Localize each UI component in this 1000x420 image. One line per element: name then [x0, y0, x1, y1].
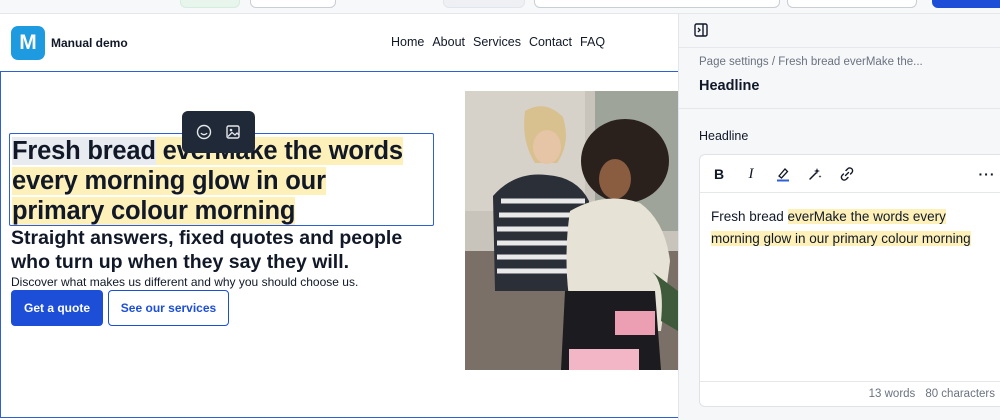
hero-subheadline: Straight answers, fixed quotes and peopl… — [11, 227, 403, 273]
highlight-icon[interactable] — [772, 164, 794, 184]
editor-content[interactable]: Fresh bread everMake the words every mor… — [711, 206, 991, 250]
editor-footer: 13 words 80 characters — [700, 381, 1000, 408]
top-toolbar-primary-button[interactable] — [932, 0, 1000, 8]
emoji-icon[interactable] — [196, 124, 212, 140]
word-count: 13 words — [868, 388, 916, 400]
see-services-button[interactable]: See our services — [108, 290, 229, 326]
bold-button[interactable]: B — [708, 164, 730, 184]
panel-divider — [679, 108, 1000, 109]
panel-collapse-icon[interactable] — [694, 23, 708, 42]
top-toolbar-button[interactable] — [250, 0, 336, 8]
nav-services[interactable]: Services — [473, 35, 521, 49]
site-logo[interactable]: M — [11, 26, 45, 60]
settings-panel: Page settings / Fresh bread everMake the… — [678, 14, 1000, 420]
site-header: M Manual demo Home About Services Contac… — [0, 14, 678, 70]
top-toolbar-url-field[interactable] — [534, 0, 780, 8]
nav-contact[interactable]: Contact — [529, 35, 572, 49]
headline-field-label: Headline — [699, 129, 749, 143]
editor-toolbar: B I ··· — [700, 155, 1000, 193]
breadcrumb[interactable]: Page settings / Fresh bread everMake the… — [699, 56, 923, 68]
brand-name: Manual demo — [51, 36, 128, 50]
top-toolbar-segmented-control[interactable] — [443, 0, 525, 8]
get-quote-button[interactable]: Get a quote — [11, 290, 103, 326]
italic-button[interactable]: I — [740, 164, 762, 184]
top-toolbar-status-pill[interactable] — [180, 0, 240, 8]
site-nav: Home About Services Contact FAQ — [391, 35, 613, 49]
panel-title: Headline — [699, 78, 760, 94]
more-options-button[interactable]: ··· — [976, 164, 998, 184]
image-icon[interactable] — [225, 124, 241, 140]
panel-header-bar — [679, 14, 1000, 48]
nav-home[interactable]: Home — [391, 35, 424, 49]
ai-sparkle-icon[interactable] — [804, 164, 826, 184]
top-toolbar-secondary-button[interactable] — [787, 0, 917, 8]
headline-text-line2: every morning glow in our — [12, 167, 326, 195]
rich-text-editor[interactable]: B I ··· Fresh bread everMake the words e… — [699, 154, 1000, 407]
link-icon[interactable] — [836, 164, 858, 184]
nav-about[interactable]: About — [432, 35, 465, 49]
top-toolbar — [0, 0, 1000, 14]
headline-text-line3: primary colour morning — [12, 197, 296, 225]
editor-text-plain: Fresh bread — [711, 209, 788, 224]
floating-toolbar — [182, 111, 255, 153]
nav-faq[interactable]: FAQ — [580, 35, 605, 49]
hero-image[interactable] — [465, 91, 678, 370]
headline-selected-text: Fresh bread — [12, 137, 156, 165]
char-count: 80 characters — [925, 388, 995, 400]
editor-counts: 13 words 80 characters — [869, 388, 995, 400]
hero-description: Discover what makes us different and why… — [11, 275, 359, 289]
